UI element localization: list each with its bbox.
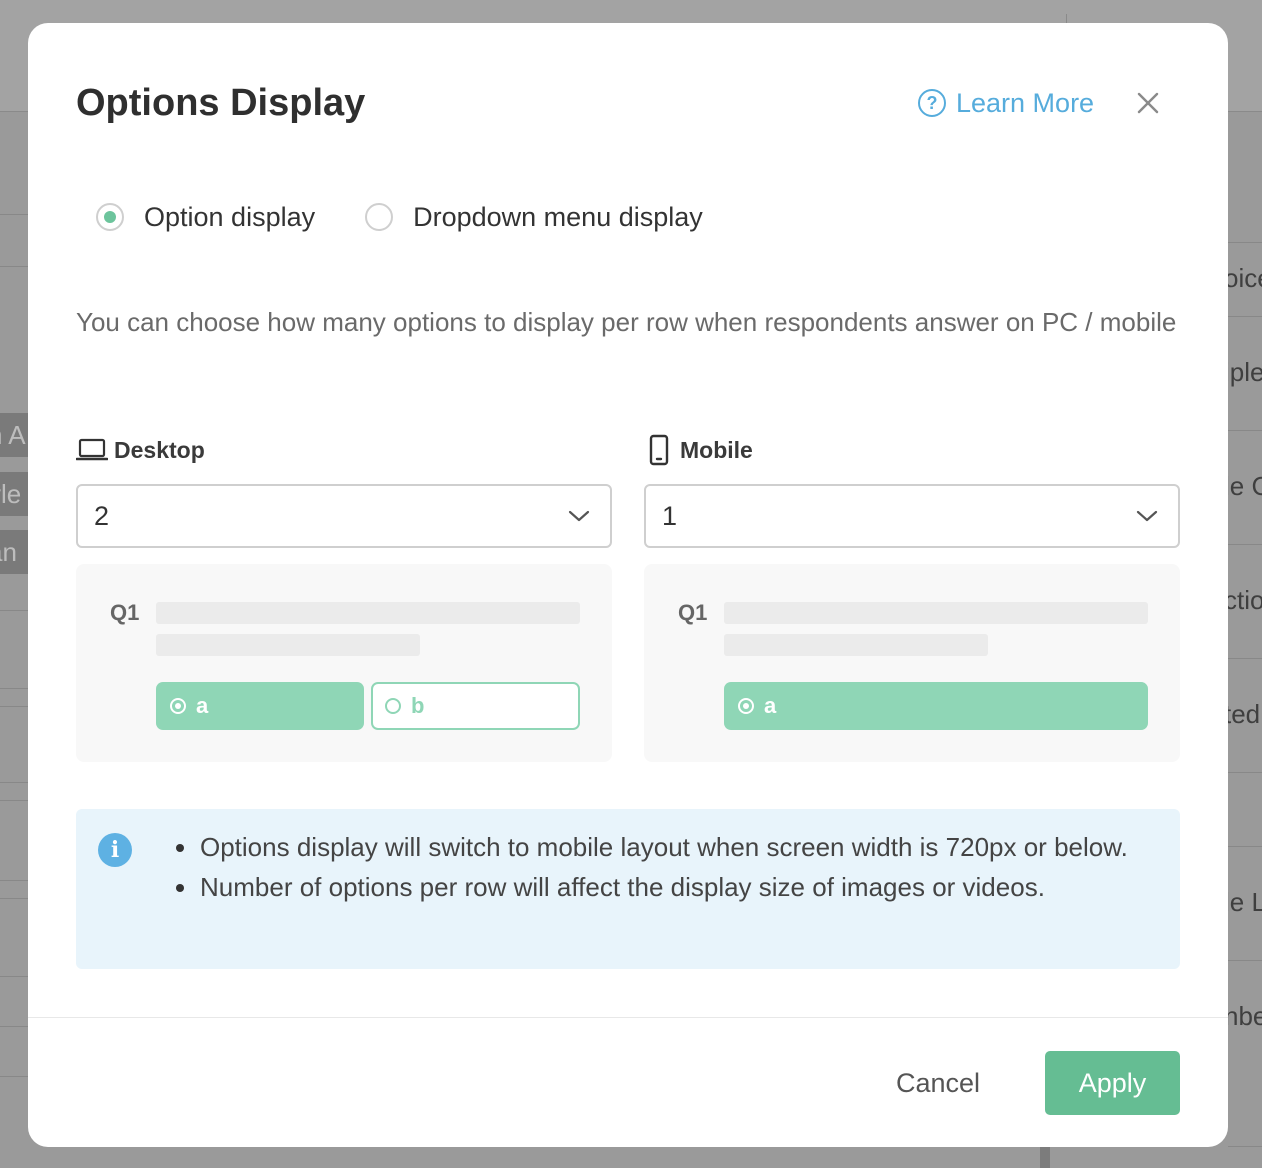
background-divider (0, 782, 28, 783)
apply-button[interactable]: Apply (1045, 1051, 1180, 1115)
background-divider (0, 1026, 28, 1027)
background-text: ted (1224, 699, 1261, 729)
background-divider (0, 688, 28, 689)
option-label: a (196, 693, 209, 718)
description-text: You can choose how many options to displ… (76, 307, 1177, 337)
desktop-preview: Q1 a b (76, 564, 612, 762)
learn-more-label: Learn More (956, 87, 1095, 118)
background-divider (0, 706, 28, 707)
close-button[interactable] (1132, 87, 1164, 119)
option-label: a (764, 693, 777, 718)
radio-unchecked-icon (385, 698, 401, 714)
background-text: iple (1224, 357, 1262, 387)
info-icon: i (98, 833, 132, 867)
background-divider (1228, 960, 1262, 961)
background-right-panel: oice iple le C ctio ted le L nbe (1224, 0, 1262, 1168)
laptop-icon (76, 438, 108, 461)
background-divider (0, 266, 28, 267)
mobile-phone-icon (649, 434, 669, 466)
background-divider (0, 898, 28, 899)
radio-checked-icon (738, 698, 754, 714)
mobile-preview: Q1 a (644, 564, 1180, 762)
select-value: 1 (662, 500, 678, 531)
info-item: Options display will switch to mobile la… (176, 827, 1160, 867)
radio-label: Option display (144, 201, 316, 232)
background-tag: n A (0, 413, 28, 457)
info-notice: i Options display will switch to mobile … (76, 809, 1180, 969)
preview-option-selected: a (724, 682, 1148, 730)
dialog-title: Options Display (76, 82, 366, 124)
question-circle-icon: ? (918, 89, 946, 117)
placeholder-line (724, 602, 1148, 624)
background-tag: yle (0, 472, 28, 516)
mobile-settings: Mobile 1 Q1 a (644, 433, 1180, 762)
display-mode-radio-group: Option display Dropdown menu display (96, 197, 703, 237)
mobile-header: Mobile (644, 433, 1180, 467)
radio-checked-icon (96, 203, 124, 231)
options-display-dialog: Options Display ? Learn More Option disp… (28, 23, 1228, 1147)
radio-option-display[interactable]: Option display (96, 197, 315, 237)
footer-divider (28, 1017, 1228, 1018)
placeholder-line (156, 634, 420, 656)
option-label: b (411, 693, 425, 718)
background-divider (0, 610, 28, 611)
background-tag: an (0, 530, 28, 574)
background-divider (1228, 316, 1262, 317)
background-divider (1228, 430, 1262, 431)
preview-option: b (371, 682, 580, 730)
background-text: le L (1224, 887, 1262, 917)
radio-dropdown-menu-display[interactable]: Dropdown menu display (365, 197, 703, 237)
radio-checked-icon (170, 698, 186, 714)
background-divider (1228, 658, 1262, 659)
cancel-button[interactable]: Cancel (868, 1051, 1008, 1115)
background-text: oice (1224, 263, 1262, 293)
background-divider (0, 1076, 28, 1077)
background-divider (1040, 1146, 1050, 1168)
select-value: 2 (94, 500, 110, 531)
question-number: Q1 (678, 600, 708, 625)
learn-more-link[interactable]: ? Learn More (918, 85, 1094, 121)
background-text: le C (1224, 471, 1262, 501)
desktop-settings: Desktop 2 Q1 a b (76, 433, 612, 762)
preview-option-selected: a (156, 682, 364, 730)
close-icon (1137, 92, 1159, 114)
background-divider (1228, 846, 1262, 847)
placeholder-line (724, 634, 988, 656)
background-divider (0, 976, 28, 977)
chevron-down-icon (1136, 510, 1158, 522)
chevron-down-icon (568, 510, 590, 522)
desktop-label: Desktop (114, 436, 205, 463)
mobile-label: Mobile (680, 436, 753, 463)
info-item: Number of options per row will affect th… (176, 867, 1160, 907)
placeholder-line (156, 602, 580, 624)
background-divider (0, 800, 28, 801)
background-divider (1228, 772, 1262, 773)
mobile-options-per-row-select[interactable]: 1 (644, 484, 1180, 548)
desktop-options-per-row-select[interactable]: 2 (76, 484, 612, 548)
background-text: nbe (1224, 1001, 1262, 1031)
background-text: ctio (1224, 585, 1262, 615)
background-divider (1228, 242, 1262, 243)
radio-unchecked-icon (365, 203, 394, 231)
info-list: Options display will switch to mobile la… (176, 827, 1160, 907)
radio-label: Dropdown menu display (413, 201, 703, 232)
desktop-header: Desktop (76, 433, 612, 467)
question-number: Q1 (110, 600, 140, 625)
background-divider (1228, 1146, 1262, 1147)
background-divider (1228, 544, 1262, 545)
background-divider (0, 880, 28, 881)
background-divider (0, 214, 28, 215)
